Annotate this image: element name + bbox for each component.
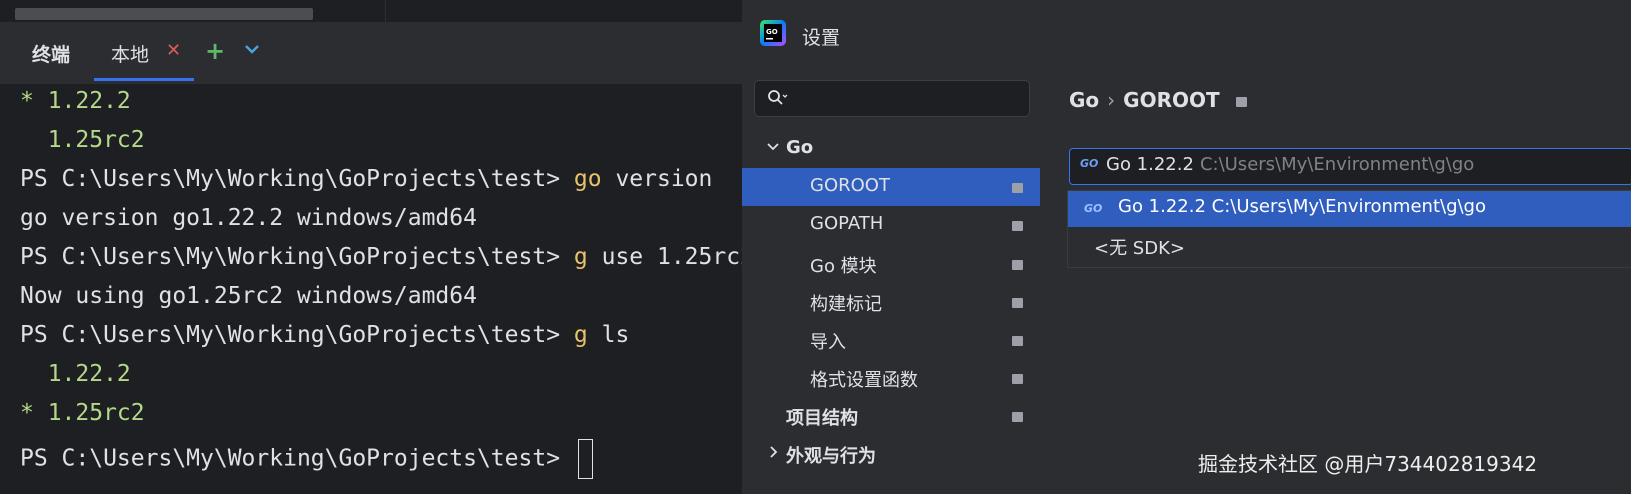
chevron-down-icon[interactable] <box>243 42 261 56</box>
sidebar-item-appearance[interactable]: 外观与行为 <box>742 435 1040 473</box>
project-scope-icon <box>1012 183 1023 193</box>
project-scope-icon <box>1012 298 1023 308</box>
sidebar-item-label: 项目结构 <box>786 408 858 429</box>
sidebar-item-project-structure[interactable]: 项目结构 <box>742 397 1040 435</box>
goland-logo-icon: GO <box>760 20 786 46</box>
terminal-line: PS C:\Users\My\Working\GoProjects\test> … <box>20 322 629 348</box>
terminal-line: * 1.22.2 <box>20 88 131 114</box>
watermark: 掘金技术社区 @用户734402819342 <box>1198 452 1538 476</box>
sidebar-item-label: GOPATH <box>810 213 884 234</box>
divider <box>385 0 386 22</box>
sdk-selected-path: C:\Users\My\Environment\g\go <box>1199 154 1475 175</box>
horizontal-scrollbar[interactable] <box>15 8 313 20</box>
prompt: PS C:\Users\My\Working\GoProjects\test> <box>20 445 574 472</box>
settings-dialog: GO 设置 Go GOROOT GOPATH Go 模块 构建标记 导入 格式设… <box>742 0 1631 494</box>
sdk-dropdown-list: GO Go 1.22.2 C:\Users\My\Environment\g\g… <box>1067 190 1631 268</box>
terminal-line: PS C:\Users\My\Working\GoProjects\test> … <box>20 166 712 192</box>
terminal-cursor[interactable] <box>577 439 593 479</box>
command: g <box>573 244 588 270</box>
terminal-line: 1.25rc2 <box>20 127 145 153</box>
tab-local[interactable]: 本地 ✕ <box>94 22 194 84</box>
settings-header: GO 设置 <box>742 0 1631 70</box>
go-sdk-icon: GO <box>1084 202 1103 215</box>
settings-title: 设置 <box>802 27 841 49</box>
command: go <box>573 166 602 192</box>
sidebar-item-formatter[interactable]: 格式设置函数 <box>742 359 1040 397</box>
command-args: ls <box>587 322 630 348</box>
terminal-line: go version go1.22.2 windows/amd64 <box>20 205 477 231</box>
go-sdk-icon: GO <box>1080 157 1099 170</box>
close-icon[interactable]: ✕ <box>166 40 181 61</box>
breadcrumb: Go › GOROOT <box>1069 88 1247 112</box>
sidebar-item-go-modules[interactable]: Go 模块 <box>742 245 1040 283</box>
sidebar-item-label: 构建标记 <box>810 294 882 315</box>
sidebar-item-goroot[interactable]: GOROOT <box>742 168 1040 206</box>
command-args: use 1.25rc2 <box>587 244 754 270</box>
sidebar-item-label: Go <box>786 137 814 158</box>
project-scope-icon <box>1012 221 1023 231</box>
sdk-selected-name: Go 1.22.2 <box>1106 154 1194 175</box>
chevron-down-icon[interactable] <box>766 140 780 154</box>
prompt: PS C:\Users\My\Working\GoProjects\test> <box>20 244 574 270</box>
terminal-title: 终端 <box>32 44 71 66</box>
tab-local-label: 本地 <box>111 44 150 66</box>
breadcrumb-separator: › <box>1107 88 1116 112</box>
sidebar-item-label: 外观与行为 <box>786 446 876 467</box>
goroot-sdk-select[interactable]: GO Go 1.22.2 C:\Users\My\Environment\g\go <box>1069 148 1631 185</box>
chevron-right-icon[interactable] <box>766 445 780 459</box>
sidebar-item-label: 导入 <box>810 332 846 353</box>
project-scope-icon <box>1012 336 1023 346</box>
sidebar-item-gopath[interactable]: GOPATH <box>742 206 1040 244</box>
breadcrumb-current: GOROOT <box>1123 88 1220 112</box>
sdk-option-none[interactable]: <无 SDK> <box>1094 234 1185 260</box>
svg-text:GO: GO <box>766 28 778 36</box>
sidebar-item-build-tags[interactable]: 构建标记 <box>742 283 1040 321</box>
sidebar-item-label: Go 模块 <box>810 256 877 277</box>
sdk-selected: Go 1.22.2 C:\Users\My\Environment\g\go <box>1106 154 1474 175</box>
command: g <box>573 322 588 348</box>
project-scope-icon <box>1012 260 1023 270</box>
command-args: version <box>601 166 713 192</box>
tab-underline <box>94 78 194 81</box>
project-scope-icon <box>1012 374 1023 384</box>
terminal-line: PS C:\Users\My\Working\GoProjects\test> … <box>20 244 754 270</box>
terminal-line: * 1.25rc2 <box>20 400 145 426</box>
terminal-line: 1.22.2 <box>20 361 131 387</box>
sdk-option-go-1-22-2[interactable]: GO Go 1.22.2 C:\Users\My\Environment\g\g… <box>1068 191 1631 227</box>
terminal-line: Now using go1.25rc2 windows/amd64 <box>20 283 477 309</box>
terminal-top-strip <box>0 0 745 22</box>
terminal-line: PS C:\Users\My\Working\GoProjects\test> <box>20 439 593 479</box>
sdk-option-label: Go 1.22.2 C:\Users\My\Environment\g\go <box>1118 196 1486 217</box>
sidebar-item-imports[interactable]: 导入 <box>742 321 1040 359</box>
sidebar-item-go[interactable]: Go <box>742 130 1040 168</box>
terminal-output[interactable]: * 1.22.2 1.25rc2 PS C:\Users\My\Working\… <box>0 84 754 494</box>
search-icon <box>768 90 788 105</box>
settings-search-input[interactable] <box>754 80 1030 117</box>
prompt: PS C:\Users\My\Working\GoProjects\test> <box>20 322 574 348</box>
plus-icon[interactable]: + <box>205 37 225 65</box>
sidebar-item-label: 格式设置函数 <box>810 370 918 391</box>
breadcrumb-parent[interactable]: Go <box>1069 88 1099 112</box>
project-scope-icon <box>1235 96 1247 107</box>
sidebar-item-label: GOROOT <box>810 175 890 196</box>
terminal-tab-bar: 终端 本地 ✕ + <box>0 22 745 84</box>
prompt: PS C:\Users\My\Working\GoProjects\test> <box>20 166 574 192</box>
project-scope-icon <box>1012 412 1023 422</box>
